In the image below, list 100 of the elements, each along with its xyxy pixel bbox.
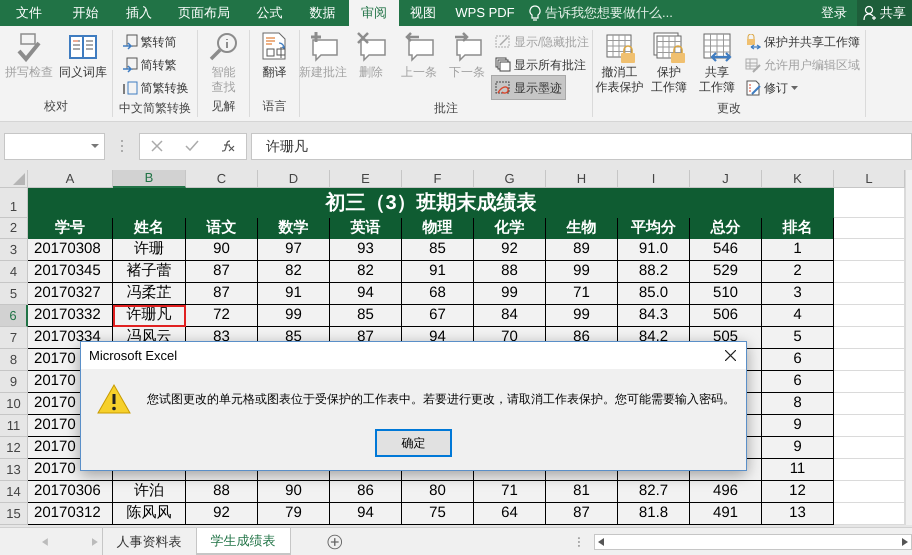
ribbon-button[interactable]: 撤消工作表保护 (595, 30, 644, 95)
table-cell: 9 (762, 415, 834, 437)
table-cell: 496 (690, 481, 762, 503)
column-header[interactable]: A (28, 170, 113, 188)
column-header[interactable]: I (618, 170, 690, 188)
row-header[interactable]: 15 (0, 503, 28, 525)
ribbon-button[interactable]: 显示墨迹 (492, 76, 565, 99)
table-cell: 6 (762, 371, 834, 393)
ok-button[interactable]: 确定 (375, 429, 452, 457)
workbook-lock-icon (653, 31, 685, 63)
table-cell: 3 (762, 283, 834, 305)
column-header[interactable]: F (402, 170, 474, 188)
row-header[interactable]: 14 (0, 481, 28, 503)
column-heading: 生物 (546, 218, 618, 239)
name-box[interactable] (4, 132, 105, 160)
vertical-scrollbar[interactable] (905, 170, 912, 525)
comment-pencil-icon (494, 34, 511, 50)
dialog-message: 您试图更改的单元格或图表位于受保护的工作表中。若要进行更改，请取消工作表保护。您可能需要输入密码。 (147, 391, 735, 408)
column-heading: 数学 (258, 218, 330, 239)
table-cell: 4 (762, 305, 834, 327)
column-header[interactable]: H (546, 170, 618, 188)
column-header[interactable]: E (330, 170, 402, 188)
table-cell: 92 (186, 503, 258, 525)
row-header[interactable]: 8 (0, 349, 28, 371)
table-cell: 87 (186, 283, 258, 305)
row-header[interactable]: 10 (0, 393, 28, 415)
share-button[interactable]: 共享 (857, 0, 912, 26)
person-plus-icon (863, 5, 877, 21)
column-header[interactable]: G (474, 170, 546, 188)
table-cell: 8 (762, 393, 834, 415)
caret-icon (791, 86, 798, 90)
table-cell: 陈风风 (113, 503, 186, 525)
ribbon-tab[interactable]: 审阅 (349, 0, 399, 26)
row-header[interactable]: 4 (0, 261, 28, 283)
table-cell: 1 (762, 239, 834, 261)
column-header[interactable]: D (258, 170, 330, 188)
table-cell: 85.0 (618, 283, 690, 305)
column-heading: 姓名 (113, 218, 186, 239)
select-all-icon (13, 173, 25, 185)
row-header[interactable]: 13 (0, 459, 28, 481)
close-icon (725, 350, 736, 361)
add-sheet-icon (326, 534, 342, 550)
formula-input[interactable]: 许珊凡 (251, 132, 912, 160)
ribbon-button[interactable]: 修订 (742, 76, 801, 99)
table-cell: 72 (186, 305, 258, 327)
table-cell: 87 (546, 503, 618, 525)
row-header[interactable]: 7 (0, 327, 28, 349)
ribbon-button[interactable]: 繁转简 (118, 30, 180, 53)
ribbon-tab[interactable]: 插入 (113, 0, 165, 26)
ribbon-tab[interactable]: 视图 (399, 0, 447, 26)
search-field[interactable]: 告诉我您想要做什么... (545, 3, 745, 23)
ribbon-button[interactable]: 简转繁 (118, 53, 180, 76)
table-cell: 冯柔芷 (113, 283, 186, 305)
table-cell: 5 (762, 327, 834, 349)
ribbon-tab[interactable]: WPS PDF (447, 0, 523, 26)
horizontal-scrollbar[interactable] (594, 534, 912, 550)
stacked-pages-icon (494, 56, 511, 72)
lock-arrows-icon (745, 34, 761, 50)
convert-arrow-icon (122, 56, 138, 72)
table-cell: 85 (402, 239, 474, 261)
column-header[interactable]: J (690, 170, 762, 188)
ribbon-button[interactable]: 同义词库 (57, 30, 109, 80)
row-header[interactable]: 1 (0, 188, 28, 218)
column-header[interactable]: K (762, 170, 834, 188)
row-header[interactable]: 9 (0, 371, 28, 393)
ribbon-button[interactable]: 简繁转换 (118, 76, 192, 99)
ribbon-tab[interactable]: 页面布局 (165, 0, 243, 26)
ribbon-button[interactable]: 保护工作簿 (646, 30, 692, 95)
ribbon-button[interactable]: 保护并共享工作簿 (742, 30, 863, 53)
ribbon-tab[interactable]: 公式 (243, 0, 296, 26)
table-cell: 94 (330, 503, 402, 525)
table-cell: 99 (258, 305, 330, 327)
column-header[interactable]: B (113, 170, 186, 188)
ribbon-tab[interactable]: 开始 (58, 0, 113, 26)
table-cell: 87 (186, 261, 258, 283)
row-header[interactable]: 11 (0, 415, 28, 437)
table-cell: 88 (474, 261, 546, 283)
ribbon-tab[interactable]: 文件 (0, 0, 58, 26)
table-cell: 20170327 (28, 283, 113, 305)
sign-in-link[interactable]: 登录 (811, 0, 857, 26)
ribbon-tab[interactable]: 数据 (296, 0, 349, 26)
ribbon-button[interactable]: 翻译 (252, 30, 298, 80)
lightbulb-icon (529, 5, 541, 21)
row-header[interactable]: 5 (0, 283, 28, 305)
ribbon-button[interactable]: 共享工作簿 (694, 30, 740, 95)
ink-icon (494, 80, 511, 96)
row-header[interactable]: 6 (0, 305, 28, 327)
column-heading: 化学 (474, 218, 546, 239)
row-header[interactable]: 3 (0, 239, 28, 261)
function-icon (221, 140, 235, 152)
caret-icon (91, 144, 99, 148)
row-header[interactable]: 12 (0, 437, 28, 459)
table-cell: 11 (762, 459, 834, 481)
table-cell: 82 (258, 261, 330, 283)
column-header[interactable]: C (186, 170, 258, 188)
column-header[interactable]: L (834, 170, 905, 188)
table-cell: 12 (762, 481, 834, 503)
document-pencil-icon (745, 80, 761, 96)
sheet-tab[interactable]: 学生成绩表 (196, 528, 291, 555)
row-header[interactable]: 2 (0, 218, 28, 239)
